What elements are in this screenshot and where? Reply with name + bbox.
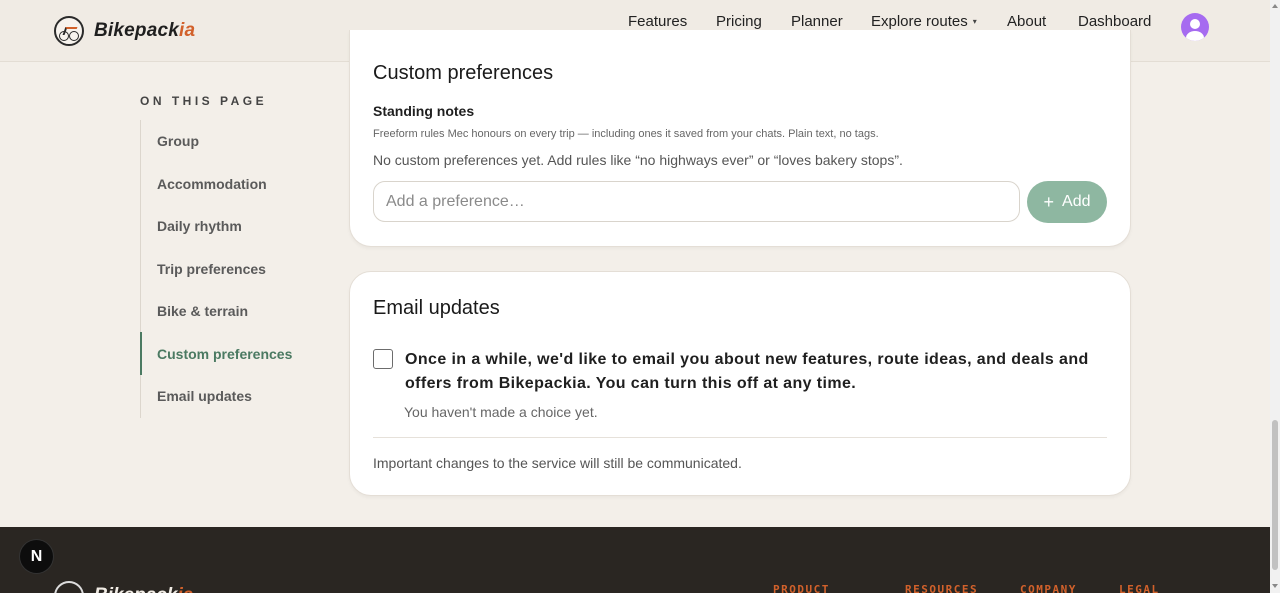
plus-icon: + [1043, 192, 1055, 212]
toc-item-bike-terrain[interactable]: Bike & terrain [157, 303, 248, 319]
toc-item-daily-rhythm[interactable]: Daily rhythm [157, 218, 242, 234]
add-preference-button[interactable]: + Add [1027, 181, 1107, 223]
n-badge-icon[interactable]: N [20, 540, 53, 573]
preference-input[interactable] [373, 181, 1020, 222]
nav-features[interactable]: Features [628, 13, 687, 30]
service-note: Important changes to the service will st… [373, 455, 742, 471]
choice-status: You haven't made a choice yet. [404, 404, 598, 420]
toc-title: ON THIS PAGE [140, 94, 268, 108]
footer-heading-product: PRODUCT [773, 583, 830, 593]
footer-heading-legal: LEGAL [1119, 583, 1160, 593]
nav-explore-routes-label: Explore routes [871, 12, 968, 30]
custom-preferences-title: Custom preferences [373, 62, 554, 84]
toc-item-group[interactable]: Group [157, 133, 199, 149]
divider [373, 437, 1107, 438]
toc-item-custom-preferences[interactable]: Custom preferences [157, 346, 292, 362]
custom-preferences-card: Custom preferences Standing notes Freefo… [349, 30, 1131, 247]
empty-preferences-text: No custom preferences yet. Add rules lik… [373, 152, 903, 168]
email-consent-checkbox[interactable] [373, 349, 393, 369]
brand-name: Bikepackia [94, 20, 196, 41]
nav-dashboard[interactable]: Dashboard [1078, 13, 1151, 30]
brand-logo[interactable]: Bikepackia [54, 16, 195, 46]
page-scrollbar[interactable] [1270, 0, 1280, 593]
toc-active-indicator [140, 332, 142, 375]
footer-heading-company: COMPANY [1020, 583, 1077, 593]
footer-brand-name: Bikepackia [94, 585, 193, 593]
table-of-contents: Group Accommodation Daily rhythm Trip pr… [140, 120, 330, 418]
nav-pricing[interactable]: Pricing [716, 13, 762, 30]
standing-notes-hint: Freeform rules Mec honours on every trip… [373, 128, 879, 140]
bike-logo-icon [54, 581, 84, 593]
standing-notes-heading: Standing notes [373, 103, 475, 119]
email-updates-card: Email updates Once in a while, we'd like… [349, 271, 1131, 496]
footer-brand-logo[interactable]: Bikepackia [54, 581, 193, 593]
bike-logo-icon [54, 16, 84, 46]
email-updates-title: Email updates [373, 297, 500, 319]
scroll-down-icon[interactable] [1272, 584, 1278, 588]
toc-item-email-updates[interactable]: Email updates [157, 388, 252, 404]
email-consent[interactable]: Once in a while, we'd like to email you … [373, 348, 1093, 396]
email-consent-text: Once in a while, we'd like to email you … [405, 351, 1089, 392]
user-avatar[interactable] [1181, 13, 1209, 41]
scroll-up-icon[interactable] [1272, 4, 1278, 8]
nav-planner[interactable]: Planner [791, 13, 843, 30]
toc-item-trip-preferences[interactable]: Trip preferences [157, 261, 266, 277]
nav-explore-routes[interactable]: Explore routes ▾ [871, 13, 977, 30]
chevron-down-icon: ▾ [972, 17, 977, 27]
scrollbar-thumb[interactable] [1272, 420, 1278, 570]
footer-heading-resources: RESOURCES [905, 583, 979, 593]
user-icon [1190, 19, 1200, 29]
toc-item-accommodation[interactable]: Accommodation [157, 176, 267, 192]
add-button-label: Add [1062, 193, 1091, 210]
nav-about[interactable]: About [1007, 13, 1046, 30]
